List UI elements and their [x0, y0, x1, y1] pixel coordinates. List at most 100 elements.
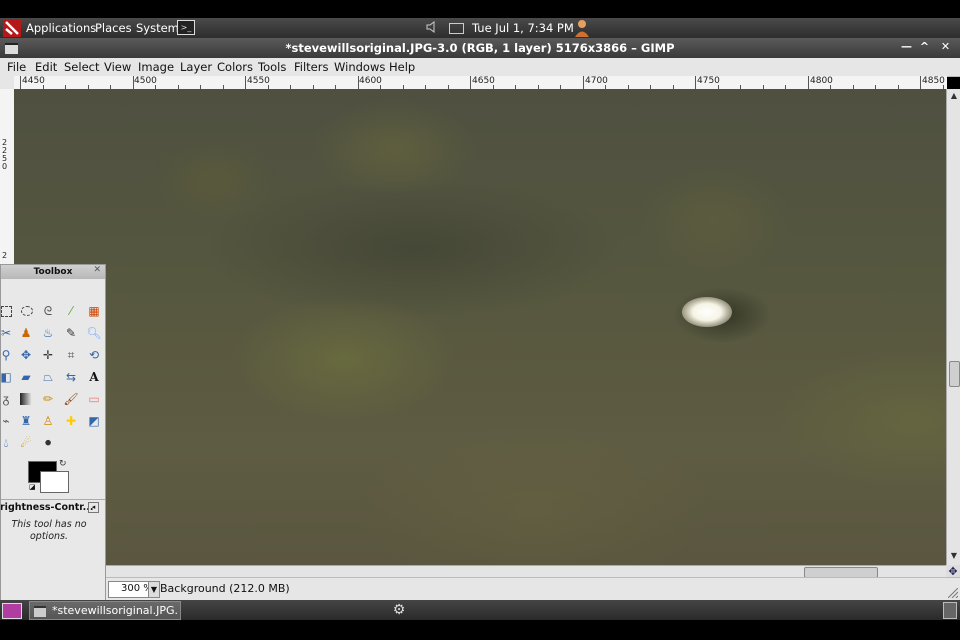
airbrush-icon[interactable]: ⌁ [1, 412, 15, 430]
chevron-down-icon[interactable]: ▼ [148, 582, 159, 597]
menu-select[interactable]: Select [64, 60, 99, 74]
ruler-tick [695, 76, 696, 89]
free-select-icon[interactable]: ᘓ [39, 302, 57, 320]
flip-icon[interactable]: ⇆ [62, 368, 80, 386]
clone-icon[interactable]: ♙ [39, 412, 57, 430]
vertical-scrollbar[interactable]: ▲ ▼ [946, 89, 960, 565]
rect-select-icon[interactable] [1, 302, 15, 320]
rotate-icon[interactable]: ⟲ [85, 346, 103, 364]
toolbox-title[interactable]: Toolbox [1, 265, 105, 279]
ruler-label: 4750 [697, 76, 720, 86]
scroll-up-icon[interactable]: ▲ [949, 91, 959, 101]
window-titlebar[interactable]: *stevewillsoriginal.JPG-3.0 (RGB, 1 laye… [0, 38, 960, 58]
zoom-icon[interactable]: 🔍︎ [85, 324, 103, 342]
menu-image[interactable]: Image [138, 60, 174, 74]
menu-layer[interactable]: Layer [180, 60, 212, 74]
applications-menu[interactable]: Applications [26, 21, 96, 35]
shear-icon[interactable]: ▰ [17, 368, 35, 386]
statusbar: 300 % ▼ Background (212.0 MB) [104, 577, 960, 600]
ruler-tick [470, 76, 471, 89]
foreground-select-icon[interactable]: ♟ [17, 324, 35, 342]
taskbar-window-button[interactable]: *stevewillsoriginal.JPG... [29, 601, 181, 620]
paths-icon[interactable]: ♨ [39, 324, 57, 342]
bright-object [682, 297, 732, 327]
tool-options-menu-icon[interactable]: ◂ [88, 502, 99, 513]
system-menu[interactable]: System [136, 21, 179, 35]
blend-icon[interactable] [17, 390, 35, 408]
toolbox-window: Toolbox ✕ ᘓ ⁄ ▦ ✂ ♟ ♨ ✎ 🔍︎ ⚲ ✥ ✛ ⌗ ⟲ ◧ ▰… [0, 264, 106, 603]
volume-icon[interactable] [426, 21, 436, 33]
fuzzy-select-icon[interactable]: ⁄ [62, 302, 80, 320]
close-button[interactable]: ✕ [938, 40, 953, 54]
image-canvas[interactable] [14, 89, 946, 565]
swap-colors-icon[interactable]: ↻ [59, 459, 69, 469]
menu-edit[interactable]: Edit [35, 60, 57, 74]
menu-filters[interactable]: Filters [294, 60, 328, 74]
ruler-tick [20, 76, 21, 89]
terminal-icon[interactable]: >_ [177, 20, 195, 35]
minimize-button[interactable]: — [899, 40, 914, 54]
paintbrush-icon[interactable]: 🖌︎ [62, 390, 80, 408]
show-desktop-icon[interactable] [2, 603, 22, 619]
perspective-clone-icon[interactable]: ◩ [85, 412, 103, 430]
ruler-corner[interactable] [0, 76, 15, 90]
select-by-color-icon[interactable]: ▦ [85, 302, 103, 320]
ruler-label: 4600 [359, 76, 382, 86]
scissors-icon[interactable]: ✂ [1, 324, 15, 342]
workspace-switcher-icon[interactable]: ⚙ [390, 602, 408, 618]
ellipse-select-icon[interactable] [17, 302, 35, 320]
mail-icon[interactable] [449, 23, 464, 34]
menu-colors[interactable]: Colors [217, 60, 253, 74]
menubar: File Edit Select View Image Layer Colors… [0, 58, 960, 77]
blur-icon[interactable]: 💧︎ [1, 434, 15, 452]
crop-icon[interactable]: ⌗ [62, 346, 80, 364]
tool-options-header: rightness-Contr... ◂ [1, 499, 105, 515]
ruler-label: 2250 [2, 138, 8, 171]
window-title: *stevewillsoriginal.JPG-3.0 (RGB, 1 laye… [285, 41, 675, 55]
ruler-label: 4850 [922, 76, 945, 86]
zoom-select[interactable]: 300 % ▼ [108, 581, 160, 598]
heal-icon[interactable]: ✚ [62, 412, 80, 430]
text-tool-icon[interactable]: A [85, 368, 103, 386]
ink-icon[interactable]: ♜ [17, 412, 35, 430]
color-picker-icon[interactable]: ✎ [62, 324, 80, 342]
ruler-label: 4500 [134, 76, 157, 86]
align-icon[interactable]: ✛ [39, 346, 57, 364]
bucket-fill-icon[interactable]: ᵹ [1, 390, 15, 408]
scroll-down-icon[interactable]: ▼ [949, 551, 959, 561]
ruler-tick [245, 76, 246, 89]
menu-view[interactable]: View [104, 60, 131, 74]
perspective-icon[interactable]: ⏢ [39, 368, 57, 386]
places-menu[interactable]: Places [95, 21, 132, 35]
top-panel: Applications Places System >_ Tue Jul 1,… [0, 18, 960, 38]
vertical-scroll-thumb[interactable] [949, 361, 960, 387]
trash-icon[interactable] [943, 602, 957, 619]
eraser-icon[interactable]: ▭ [85, 390, 103, 408]
menu-help[interactable]: Help [389, 60, 415, 74]
menu-tools[interactable]: Tools [258, 60, 286, 74]
scale-icon[interactable]: ◧ [1, 368, 15, 386]
smudge-icon[interactable]: ☄ [17, 434, 35, 452]
ruler-tick [807, 76, 809, 89]
distro-logo-icon[interactable] [3, 19, 21, 37]
ruler-tick [132, 76, 134, 89]
menu-file[interactable]: File [7, 60, 26, 74]
horizontal-ruler[interactable]: 4450 4500 4550 4600 4650 4700 4750 4800 … [14, 76, 947, 90]
close-icon[interactable]: ✕ [93, 265, 101, 275]
reset-colors-icon[interactable]: ◪ [29, 483, 37, 491]
measure-icon[interactable]: ⚲ [1, 346, 15, 364]
ruler-label: 4450 [22, 76, 45, 86]
task-label: *stevewillsoriginal.JPG... [52, 604, 178, 617]
ruler-label: 4650 [472, 76, 495, 86]
move-icon[interactable]: ✥ [17, 346, 35, 364]
pencil-icon[interactable]: ✏ [39, 390, 57, 408]
clock[interactable]: Tue Jul 1, 7:34 PM [472, 21, 574, 35]
user-icon[interactable] [574, 19, 590, 37]
background-color[interactable] [40, 471, 69, 493]
dodge-burn-icon[interactable]: ⚫ [39, 434, 57, 452]
layer-info: Background (212.0 MB) [160, 582, 290, 595]
resize-grip-icon[interactable] [948, 588, 958, 598]
menu-windows[interactable]: Windows [334, 60, 385, 74]
ruler-label: 2 [2, 251, 8, 260]
maximize-button[interactable]: ^ [917, 40, 932, 54]
